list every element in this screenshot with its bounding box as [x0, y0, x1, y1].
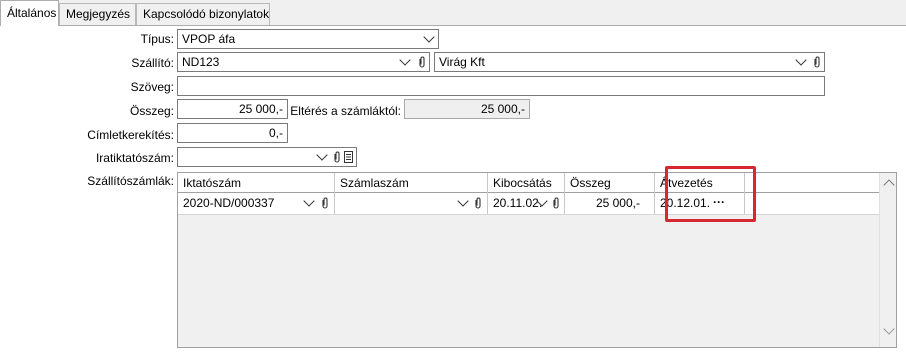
grid-header: Iktatószám Számlaszám Kibocsátás Összeg …	[178, 173, 880, 193]
elteres-value: 25 000,-	[404, 99, 530, 119]
szallito-name-select[interactable]: Virág Kft	[434, 52, 825, 72]
cell-iktatoszam[interactable]: 2020-ND/000337	[178, 193, 335, 214]
chevron-down-icon[interactable]	[795, 54, 807, 66]
tipus-value: VPOP áfa	[182, 32, 236, 46]
chevron-down-icon[interactable]	[423, 31, 435, 43]
cell-kibocsatas[interactable]: 20.11.02.	[488, 193, 565, 214]
tab-label: Megjegyzés	[66, 7, 131, 21]
tipus-select[interactable]: VPOP áfa	[177, 29, 439, 49]
column-header-szamlaszam[interactable]: Számlaszám	[335, 173, 488, 193]
cell-osszeg[interactable]: 25 000,-	[565, 193, 655, 214]
chevron-down-icon[interactable]	[316, 149, 328, 161]
attachment-icon[interactable]	[333, 151, 341, 163]
szallitoszamlak-grid: Iktatószám Számlaszám Kibocsátás Összeg …	[177, 172, 897, 348]
scroll-up-icon[interactable]	[883, 179, 895, 191]
column-header-osszeg[interactable]: Összeg	[565, 173, 655, 193]
tab-megjegyzes[interactable]: Megjegyzés	[59, 3, 136, 25]
szoveg-label: Szöveg:	[130, 80, 174, 94]
tab-altalanos[interactable]: Általános	[0, 0, 59, 26]
szallito-name-value: Virág Kft	[439, 55, 485, 69]
column-header-iktatoszam[interactable]: Iktatószám	[178, 173, 335, 193]
tab-kapcsolodo-bizonylatok[interactable]: Kapcsolódó bizonylatok	[136, 3, 270, 25]
iratiktatoszam-label: Iratiktatószám:	[95, 151, 174, 165]
szallito-label: Szállító:	[131, 56, 174, 70]
osszeg-label: Összeg:	[129, 104, 174, 118]
szallito-code-select[interactable]: ND123	[177, 52, 430, 72]
attachment-icon[interactable]	[321, 197, 329, 209]
cimletkerekites-label: Címletkerekítés:	[87, 128, 174, 142]
szallito-code-value: ND123	[182, 55, 220, 69]
column-header-kibocsatas[interactable]: Kibocsátás	[488, 173, 565, 193]
attachment-icon[interactable]	[552, 197, 560, 209]
scroll-down-icon[interactable]	[883, 323, 895, 335]
chevron-down-icon[interactable]	[303, 195, 315, 207]
elteres-label: Eltérés a számláktól:	[290, 104, 401, 118]
vertical-scrollbar[interactable]	[879, 173, 896, 347]
attachment-icon[interactable]	[813, 56, 821, 68]
attachment-icon[interactable]	[474, 197, 482, 209]
atvezetes-highlight-box	[665, 166, 756, 222]
document-icon[interactable]	[344, 151, 353, 163]
tab-bar: Általános Megjegyzés Kapcsolódó bizonyla…	[0, 0, 906, 26]
chevron-down-icon[interactable]	[399, 54, 411, 66]
tab-label: Kapcsolódó bizonylatok	[143, 7, 270, 21]
szoveg-input[interactable]	[177, 76, 825, 96]
szallitoszamlak-label: Szállítószámlák:	[87, 174, 174, 188]
osszeg-input[interactable]: 25 000,-	[177, 99, 288, 119]
cell-iktatoszam-value: 2020-ND/000337	[183, 196, 275, 210]
cell-kibocsatas-value: 20.11.02.	[493, 196, 543, 210]
tab-label: Általános	[7, 6, 57, 20]
chevron-down-icon[interactable]	[457, 195, 469, 207]
attachment-icon[interactable]	[418, 56, 426, 68]
cell-szamlaszam[interactable]	[335, 193, 488, 214]
cimletkerekites-input[interactable]: 0,-	[177, 123, 288, 143]
iratiktatoszam-select[interactable]	[177, 147, 357, 167]
table-row[interactable]: 2020-ND/000337 20.11.02. 25 000,- 20.12.…	[178, 193, 880, 215]
tipus-label: Típus:	[140, 32, 174, 46]
